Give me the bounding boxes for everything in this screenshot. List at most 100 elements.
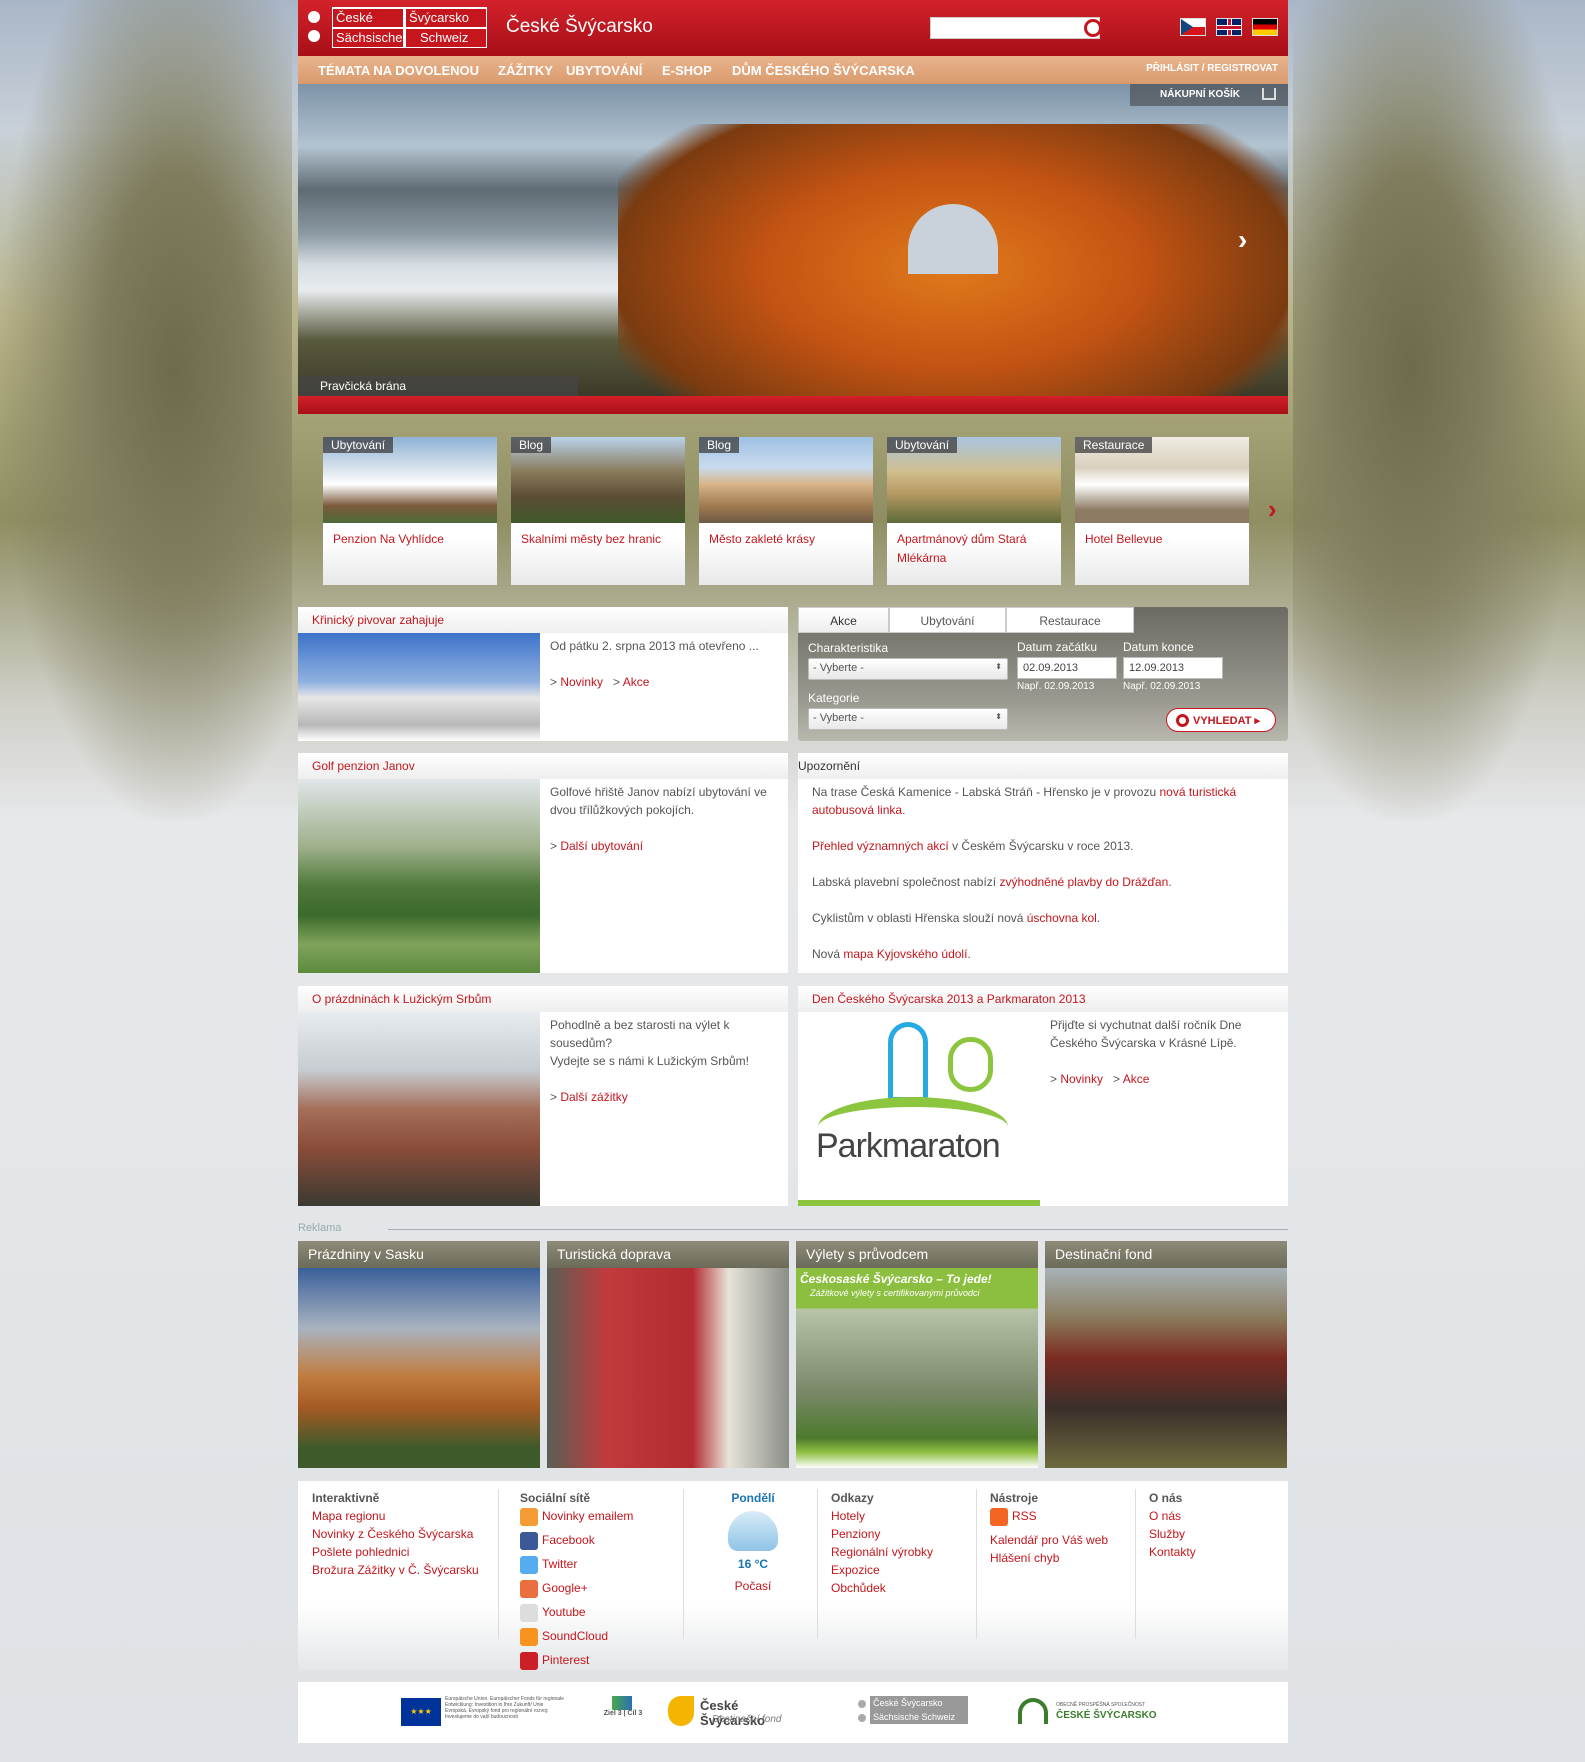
search-icon[interactable] [1084,19,1102,37]
parkmaraton-logo[interactable]: Parkmaraton [798,1012,1040,1206]
chevron-right-icon[interactable]: › [1268,494,1277,525]
cat-select[interactable]: - Vyberte - ⬍ [808,708,1008,730]
tab-events[interactable]: Akce [798,607,889,633]
notice-item: Cyklistům v oblasti Hřenska slouží nová … [812,911,1101,925]
nav-item-accommodation[interactable]: UBYTOVÁNÍ [566,63,642,78]
footer-link[interactable]: Novinky emailem [542,1509,633,1523]
nav-item-eshop[interactable]: E-SHOP [662,63,712,78]
cs-logo-grey[interactable]: České Švýcarsko Sächsische Schweiz [858,1696,973,1728]
char-select[interactable]: - Vyberte - ⬍ [808,658,1008,680]
char-label: Charakteristika [808,641,889,655]
news-link[interactable]: Novinky [560,675,603,689]
start-date-input[interactable]: 02.09.2013 [1017,657,1117,679]
lang-dot-icon[interactable] [308,11,320,23]
lang-dot-icon[interactable] [308,30,320,42]
ops-leaf-icon [1018,1698,1048,1724]
footer-link[interactable]: Obchůdek [831,1581,886,1595]
cart-label: NÁKUPNÍ KOŠÍK [1160,89,1241,100]
teaser-tile[interactable]: Ubytování Penzion Na Vyhlídce [323,437,497,585]
footer-link[interactable]: Brožura Zážitky v Č. Švýcarsku [312,1563,479,1577]
ad-banner[interactable]: Výlety s průvodcem Českosaské Švýcarsko … [796,1241,1038,1468]
footer-tools: Nástroje RSS Kalendář pro Váš web Hlášen… [990,1489,1108,1567]
ops-logo[interactable]: OBECNĚ PROSPĚŠNÁ SPOLEČNOST ČESKÉ ŠVÝCAR… [1018,1696,1168,1728]
tile-title[interactable]: Penzion Na Vyhlídce [323,523,497,556]
destination-fund-logo[interactable]: České Švýcarsko Destinační fond [668,1696,798,1728]
tree-icon [948,1037,993,1092]
teaser-tile[interactable]: Blog Skalními městy bez hranic [511,437,685,585]
footer-link[interactable]: Hotely [831,1509,865,1523]
ad-banner[interactable]: Prázdniny v Sasku [298,1241,540,1468]
news-link[interactable]: Novinky [1060,1072,1103,1086]
footer-link[interactable]: Služby [1149,1527,1185,1541]
tab-accommodation[interactable]: Ubytování [889,607,1006,633]
footer-heading: Interaktivně [312,1491,380,1505]
footer-link[interactable]: RSS [1012,1509,1037,1523]
footer-link[interactable]: Twitter [542,1557,577,1571]
footer-link[interactable]: Penziony [831,1527,880,1541]
end-date-input[interactable]: 12.09.2013 [1123,657,1223,679]
chevron-right-icon[interactable]: › [1238,224,1247,256]
notice-link[interactable]: zvýhodněné plavby do Drážďan [999,875,1168,889]
footer-link[interactable]: Kontakty [1149,1545,1196,1559]
flag-de-icon[interactable] [1252,18,1278,36]
tile-title[interactable]: Hotel Bellevue [1075,523,1249,556]
nav-item-topics[interactable]: TÉMATA NA DOVOLENOU [318,63,479,78]
footer-link[interactable]: Facebook [542,1533,595,1547]
ziel3-logo[interactable]: Ziel 3 | Cíl 3 [598,1696,648,1728]
tab-restaurants[interactable]: Restaurace [1006,607,1134,633]
notice-link[interactable]: mapa Kyjovského údolí [843,947,967,961]
tile-title[interactable]: Apartmánový dům Stará Mlékárna [887,523,1061,575]
login-link[interactable]: PŘIHLÁSIT / REGISTROVAT [1146,63,1278,74]
tile-title[interactable]: Město zakleté krásy [699,523,873,556]
divider [976,1489,977,1639]
teaser-tile[interactable]: Ubytování Apartmánový dům Stará Mlékárna [887,437,1061,585]
news-image[interactable] [298,633,540,741]
footer-link[interactable]: Youtube [542,1605,586,1619]
footer-link[interactable]: Pošlete pohlednici [312,1545,409,1559]
teaser-tile[interactable]: Restaurace Hotel Bellevue [1075,437,1249,585]
news-link[interactable]: Akce [1123,1072,1150,1086]
footer-link[interactable]: SoundCloud [542,1629,608,1643]
ad-banner[interactable]: Destinační fond [1045,1241,1287,1468]
tile-tag: Blog [511,437,552,453]
search-button[interactable]: VYHLEDAT ▸ [1166,708,1276,732]
youtube-icon [520,1603,538,1622]
weather-link[interactable]: Počasí [735,1579,772,1593]
nav-item-house[interactable]: DŮM ČESKÉHO ŠVÝCARSKA [732,63,915,78]
nav-item-experiences[interactable]: ZÁŽITKY [498,63,553,78]
footer-link[interactable]: Kalendář pro Váš web [990,1533,1108,1547]
footer-link[interactable]: Pinterest [542,1653,589,1667]
footer-link[interactable]: Novinky z Českého Švýcarska [312,1527,473,1541]
flag-uk-icon[interactable] [1216,18,1242,36]
news-title[interactable]: Den Českého Švýcarska 2013 a Parkmaraton… [798,986,1288,1012]
news-image[interactable] [298,779,540,973]
flag-cz-icon[interactable] [1180,18,1206,36]
notice-link[interactable]: úschovna kol [1027,911,1097,925]
search-input[interactable] [930,17,1100,39]
logo[interactable]: České Švýcarsko Sächsische Schweiz [332,7,487,48]
ad-image [547,1268,789,1468]
news-link[interactable]: Další ubytování [560,839,643,853]
tile-title[interactable]: Skalními městy bez hranic [511,523,685,556]
start-label: Datum začátku [1017,640,1098,654]
footer-link[interactable]: Google+ [542,1581,588,1595]
footer-link[interactable]: O nás [1149,1509,1181,1523]
news-title[interactable]: Křinický pivovar zahajuje [298,607,788,633]
teaser-tile[interactable]: Blog Město zakleté krásy [699,437,873,585]
news-link[interactable]: Akce [623,675,650,689]
cart-link[interactable]: NÁKUPNÍ KOŠÍK [1130,84,1288,106]
footer-link[interactable]: Hlášení chyb [990,1551,1059,1565]
footer-link[interactable]: Mapa regionu [312,1509,385,1523]
logo-dot-icon [858,1714,866,1722]
news-image[interactable] [298,1012,540,1206]
eu-logo[interactable]: ★★★ Europäische Union. Europäischer Fond… [401,1696,564,1728]
footer-link[interactable]: Regionální výrobky [831,1545,933,1559]
ad-banner[interactable]: Turistická doprava [547,1241,789,1468]
footer-link[interactable]: Expozice [831,1563,880,1577]
ad-title: Turistická doprava [547,1241,789,1268]
news-link[interactable]: Další zážitky [560,1090,627,1104]
news-title[interactable]: Golf penzion Janov [298,753,788,779]
notice-link[interactable]: Přehled významných akcí [812,839,949,853]
news-title[interactable]: O prázdninách k Lužickým Srbům [298,986,788,1012]
hero-bar [298,396,1288,414]
